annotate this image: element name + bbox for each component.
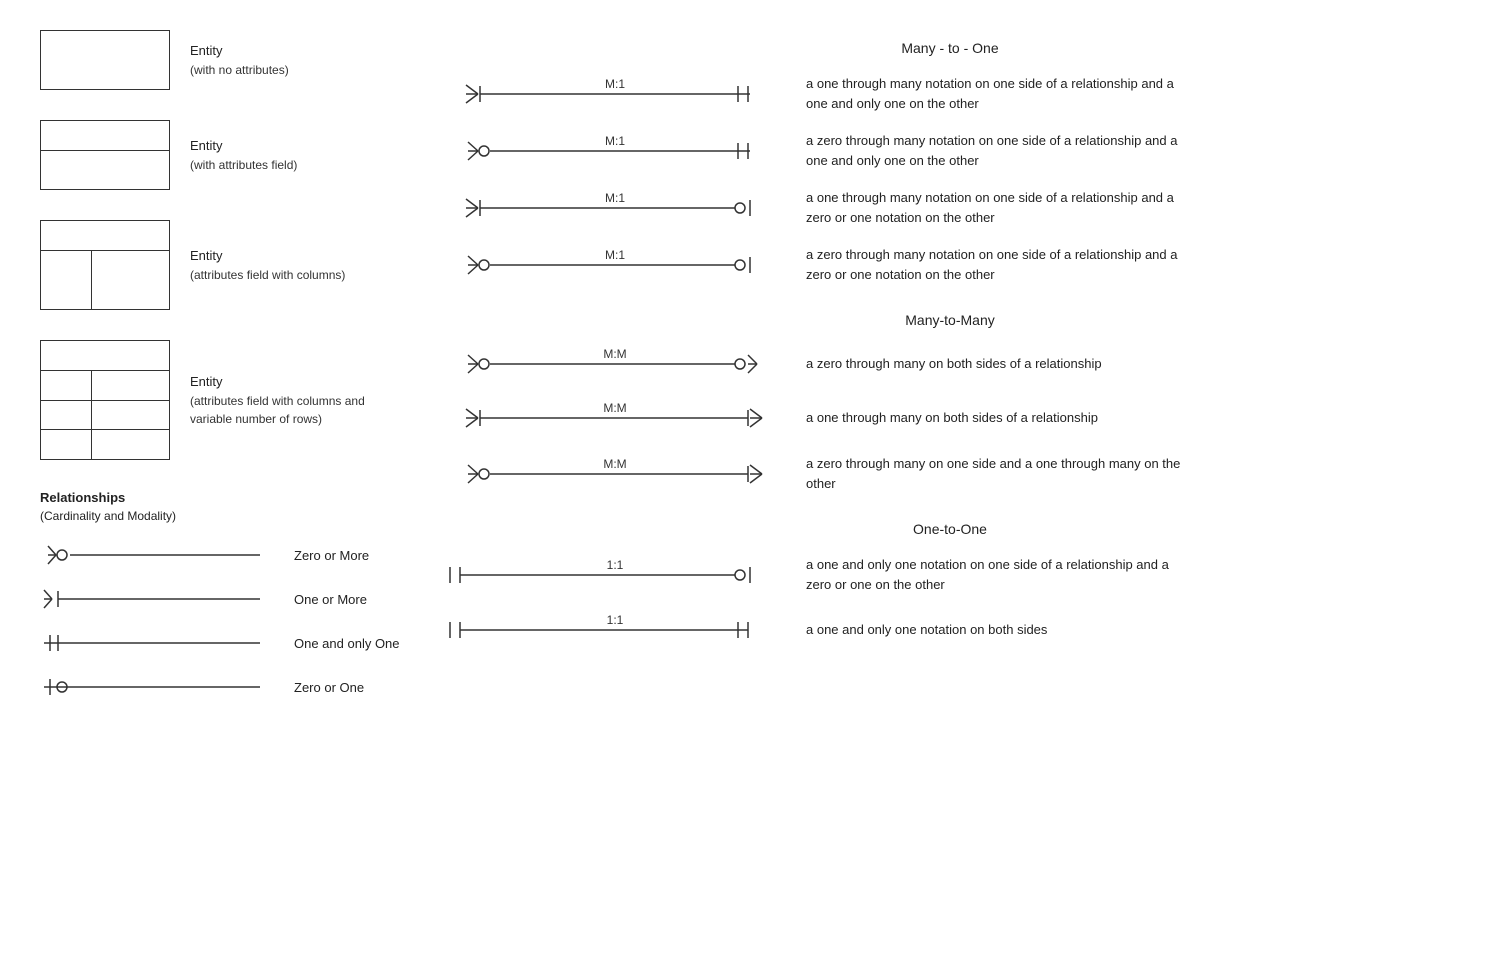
entity-box-simple (40, 30, 170, 90)
relationships-section: Relationships (Cardinality and Modality) (40, 490, 400, 701)
entity-label-columns: Entity (attributes field with columns) (190, 246, 345, 284)
diagram-row-mm-1: M:M a zero through many on both sides of… (440, 346, 1460, 382)
rel-label-one-and-only-one: One and only One (294, 636, 400, 651)
section-title-many-to-one: Many - to - One (440, 40, 1460, 56)
diagram-row-11-2: 1:1 a one and only one notation on both … (440, 612, 1460, 648)
diagram-svg-11-2: 1:1 (440, 612, 790, 648)
diagram-desc-m1-3: a one through many notation on one side … (790, 188, 1190, 227)
svg-text:M:M: M:M (603, 401, 626, 415)
diagram-svg-mm-3: M:M (440, 456, 790, 492)
rel-line-zero-or-one (40, 673, 280, 701)
svg-text:M:1: M:1 (605, 191, 625, 205)
rel-svg-zero-or-one (40, 673, 280, 701)
rel-svg-one-and-only-one (40, 629, 280, 657)
diagram-row-mm-3: M:M a zero through many on one side and … (440, 454, 1460, 493)
entity-rows-body (41, 371, 169, 459)
entity-attr-bottom (41, 151, 169, 189)
rel-item-one-and-only-one: One and only One (40, 629, 400, 657)
relationships-title: Relationships (40, 490, 400, 505)
diagram-row-m1-1: M:1 a one through many notation on one s… (440, 74, 1460, 113)
diagram-row-m1-3: M:1 a one through many notation on one s… (440, 188, 1460, 227)
entity-rows-row3-col1 (41, 430, 92, 459)
entity-label-rows: Entity (attributes field with columns an… (190, 372, 365, 428)
diagram-svg-m1-2: M:1 (440, 133, 790, 169)
rel-item-zero-or-one: Zero or One (40, 673, 400, 701)
rel-label-zero-or-more: Zero or More (294, 548, 369, 563)
entity-columns-col-right (92, 251, 169, 309)
entity-sub-label-attr: (with attributes field) (190, 156, 297, 174)
entity-columns-bottom (41, 251, 169, 309)
section-title-one-to-one: One-to-One (440, 521, 1460, 537)
diagram-desc-11-2: a one and only one notation on both side… (790, 620, 1190, 640)
entity-section-simple: Entity (with no attributes) (40, 30, 400, 90)
entity-rows-row1-col2 (92, 371, 169, 400)
entity-box-columns (40, 220, 170, 310)
rel-label-one-or-more: One or More (294, 592, 367, 607)
svg-text:M:M: M:M (603, 457, 626, 471)
entity-sub-label-simple: (with no attributes) (190, 61, 289, 79)
page: Entity (with no attributes) Entity (with… (0, 0, 1500, 973)
diagram-row-m1-2: M:1 a zero through many notation on one … (440, 131, 1460, 170)
entity-section-attr: Entity (with attributes field) (40, 120, 400, 190)
rel-svg-zero-or-more (40, 541, 280, 569)
entity-sub-label-rows: (attributes field with columns and varia… (190, 392, 365, 428)
entity-rows-top (41, 341, 169, 371)
diagram-row-mm-2: M:M a one through many on both sides of … (440, 400, 1460, 436)
left-column: Entity (with no attributes) Entity (with… (40, 30, 420, 943)
entity-label-simple: Entity (with no attributes) (190, 41, 289, 79)
entity-section-columns: Entity (attributes field with columns) (40, 220, 400, 310)
rel-line-one-and-only-one (40, 629, 280, 657)
diagram-svg-m1-4: M:1 (440, 247, 790, 283)
entity-main-label-rows: Entity (190, 372, 365, 392)
diagram-desc-m1-1: a one through many notation on one side … (790, 74, 1190, 113)
diagram-desc-m1-4: a zero through many notation on one side… (790, 245, 1190, 284)
entity-rows-row-1 (41, 371, 169, 401)
entity-rows-row2-col1 (41, 401, 92, 430)
entity-box-attr (40, 120, 170, 190)
entity-label-attr: Entity (with attributes field) (190, 136, 297, 174)
entity-rows-row2-col2 (92, 401, 169, 430)
rel-line-zero-or-more (40, 541, 280, 569)
entity-box-rows (40, 340, 170, 460)
entity-section-rows: Entity (attributes field with columns an… (40, 340, 400, 460)
diagram-desc-mm-3: a zero through many on one side and a on… (790, 454, 1190, 493)
entity-main-label-simple: Entity (190, 41, 289, 61)
svg-text:M:M: M:M (603, 347, 626, 361)
diagram-svg-mm-2: M:M (440, 400, 790, 436)
diagram-desc-mm-1: a zero through many on both sides of a r… (790, 354, 1190, 374)
diagram-svg-11-1: 1:1 (440, 557, 790, 593)
rel-item-zero-or-more: Zero or More (40, 541, 400, 569)
diagram-row-m1-4: M:1 a zero through many notation on one … (440, 245, 1460, 284)
relationships-subtitle: (Cardinality and Modality) (40, 509, 400, 523)
rel-label-zero-or-one: Zero or One (294, 680, 364, 695)
diagram-row-11-1: 1:1 a one and only one notation on one s… (440, 555, 1460, 594)
section-title-many-to-many: Many-to-Many (440, 312, 1460, 328)
entity-rows-row-3 (41, 430, 169, 459)
entity-columns-top (41, 221, 169, 251)
diagram-svg-m1-3: M:1 (440, 190, 790, 226)
rel-svg-one-or-more (40, 585, 280, 613)
svg-text:M:1: M:1 (605, 77, 625, 91)
entity-columns-col-left (41, 251, 92, 309)
diagram-desc-mm-2: a one through many on both sides of a re… (790, 408, 1190, 428)
diagram-svg-m1-1: M:1 (440, 76, 790, 112)
rel-item-one-or-more: One or More (40, 585, 400, 613)
entity-main-label-attr: Entity (190, 136, 297, 156)
right-column: Many - to - One M:1 (420, 30, 1460, 943)
entity-rows-row1-col1 (41, 371, 92, 400)
svg-text:1:1: 1:1 (607, 558, 624, 572)
svg-text:1:1: 1:1 (607, 613, 624, 627)
svg-text:M:1: M:1 (605, 134, 625, 148)
entity-main-label-columns: Entity (190, 246, 345, 266)
diagram-desc-m1-2: a zero through many notation on one side… (790, 131, 1190, 170)
entity-rows-row-2 (41, 401, 169, 431)
svg-text:M:1: M:1 (605, 248, 625, 262)
entity-rows-row3-col2 (92, 430, 169, 459)
entity-sub-label-columns: (attributes field with columns) (190, 266, 345, 284)
rel-line-one-or-more (40, 585, 280, 613)
diagram-svg-mm-1: M:M (440, 346, 790, 382)
entity-attr-top (41, 121, 169, 151)
diagram-desc-11-1: a one and only one notation on one side … (790, 555, 1190, 594)
